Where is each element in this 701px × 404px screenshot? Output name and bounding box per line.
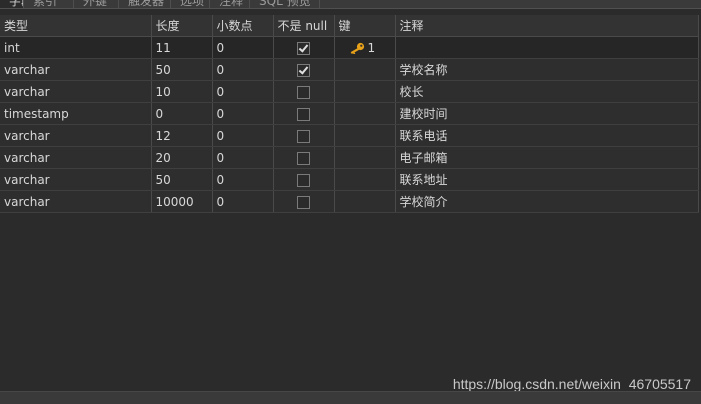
cell-length[interactable]: 10 bbox=[151, 80, 213, 103]
cell-comment[interactable]: 电子邮箱 bbox=[395, 146, 699, 169]
tab-comment[interactable]: 注释 bbox=[210, 0, 250, 8]
column-header-type[interactable]: 类型 bbox=[0, 15, 152, 37]
cell-key[interactable] bbox=[334, 58, 396, 81]
tab-triggers[interactable]: 触发器 bbox=[119, 0, 171, 8]
cell-key[interactable] bbox=[334, 168, 396, 191]
table-row[interactable]: varchar 50 0 联系地址 bbox=[0, 168, 699, 191]
not-null-checkbox[interactable] bbox=[297, 173, 310, 187]
cell-key[interactable] bbox=[334, 190, 396, 213]
column-header-decimals[interactable]: 小数点 bbox=[212, 15, 274, 37]
cell-type[interactable]: varchar bbox=[0, 190, 152, 213]
cell-length[interactable]: 10000 bbox=[151, 190, 213, 213]
cell-length[interactable]: 20 bbox=[151, 146, 213, 169]
cell-not-null bbox=[273, 190, 335, 213]
horizontal-scrollbar[interactable] bbox=[0, 391, 701, 404]
key-order: 1 bbox=[367, 40, 376, 55]
tab-indexes[interactable]: 索引 bbox=[24, 0, 74, 8]
table-header-row: 类型 长度 小数点 不是 null 键 注释 bbox=[0, 15, 699, 37]
cell-key[interactable] bbox=[334, 124, 396, 147]
column-header-comment[interactable]: 注释 bbox=[395, 15, 699, 37]
table-row[interactable]: varchar 20 0 电子邮箱 bbox=[0, 146, 699, 169]
fields-table: 类型 长度 小数点 不是 null 键 注释 int 11 0 1 varchar 50 0… bbox=[0, 15, 699, 213]
cell-decimals[interactable]: 0 bbox=[212, 58, 274, 81]
tab-fields[interactable]: 字段 bbox=[0, 0, 24, 8]
cell-type[interactable]: int bbox=[0, 36, 152, 59]
table-row[interactable]: int 11 0 1 bbox=[0, 36, 699, 59]
cell-type[interactable]: varchar bbox=[0, 58, 152, 81]
column-header-length[interactable]: 长度 bbox=[151, 15, 213, 37]
cell-decimals[interactable]: 0 bbox=[212, 124, 274, 147]
cell-key[interactable]: 1 bbox=[334, 36, 396, 59]
cell-type[interactable]: varchar bbox=[0, 146, 152, 169]
not-null-checkbox[interactable] bbox=[297, 85, 310, 99]
cell-not-null bbox=[273, 168, 335, 191]
cell-type[interactable]: varchar bbox=[0, 124, 152, 147]
cell-not-null bbox=[273, 124, 335, 147]
cell-length[interactable]: 12 bbox=[151, 124, 213, 147]
cell-not-null bbox=[273, 58, 335, 81]
cell-not-null bbox=[273, 146, 335, 169]
cell-key[interactable] bbox=[334, 102, 396, 125]
not-null-checkbox[interactable] bbox=[297, 129, 310, 143]
cell-type[interactable]: varchar bbox=[0, 80, 152, 103]
cell-type[interactable]: varchar bbox=[0, 168, 152, 191]
cell-comment[interactable]: 联系地址 bbox=[395, 168, 699, 191]
tab-options[interactable]: 选项 bbox=[171, 0, 210, 8]
cell-decimals[interactable]: 0 bbox=[212, 102, 274, 125]
not-null-checkbox[interactable] bbox=[297, 195, 310, 209]
not-null-checkbox[interactable] bbox=[297, 151, 310, 165]
cell-comment[interactable] bbox=[395, 36, 699, 59]
cell-decimals[interactable]: 0 bbox=[212, 168, 274, 191]
watermark-text: https://blog.csdn.net/weixin_46705517 bbox=[452, 376, 691, 392]
not-null-checkbox[interactable] bbox=[297, 107, 310, 121]
column-header-key[interactable]: 键 bbox=[334, 15, 396, 37]
cell-key[interactable] bbox=[334, 80, 396, 103]
cell-not-null bbox=[273, 80, 335, 103]
cell-comment[interactable]: 学校简介 bbox=[395, 190, 699, 213]
table-row[interactable]: varchar 10 0 校长 bbox=[0, 80, 699, 103]
cell-decimals[interactable]: 0 bbox=[212, 190, 274, 213]
cell-decimals[interactable]: 0 bbox=[212, 146, 274, 169]
tab-bar: 字段 索引 外键 触发器 选项 注释 SQL 预览 bbox=[0, 0, 701, 9]
not-null-checkbox[interactable] bbox=[297, 63, 310, 77]
cell-length[interactable]: 11 bbox=[151, 36, 213, 59]
table-row[interactable]: varchar 10000 0 学校简介 bbox=[0, 190, 699, 213]
cell-decimals[interactable]: 0 bbox=[212, 36, 274, 59]
cell-length[interactable]: 50 bbox=[151, 58, 213, 81]
key-icon bbox=[350, 42, 364, 54]
table-row[interactable]: varchar 12 0 联系电话 bbox=[0, 124, 699, 147]
cell-length[interactable]: 50 bbox=[151, 168, 213, 191]
cell-comment[interactable]: 学校名称 bbox=[395, 58, 699, 81]
cell-length[interactable]: 0 bbox=[151, 102, 213, 125]
cell-comment[interactable]: 建校时间 bbox=[395, 102, 699, 125]
table-row[interactable]: varchar 50 0 学校名称 bbox=[0, 58, 699, 81]
cell-not-null bbox=[273, 102, 335, 125]
not-null-checkbox[interactable] bbox=[297, 41, 310, 55]
column-header-not-null[interactable]: 不是 null bbox=[273, 15, 335, 37]
cell-type[interactable]: timestamp bbox=[0, 102, 152, 125]
tab-sql-preview[interactable]: SQL 预览 bbox=[250, 0, 320, 8]
cell-comment[interactable]: 校长 bbox=[395, 80, 699, 103]
cell-decimals[interactable]: 0 bbox=[212, 80, 274, 103]
table-row[interactable]: timestamp 0 0 建校时间 bbox=[0, 102, 699, 125]
tab-foreign-keys[interactable]: 外键 bbox=[74, 0, 119, 8]
cell-key[interactable] bbox=[334, 146, 396, 169]
cell-not-null bbox=[273, 36, 335, 59]
cell-comment[interactable]: 联系电话 bbox=[395, 124, 699, 147]
